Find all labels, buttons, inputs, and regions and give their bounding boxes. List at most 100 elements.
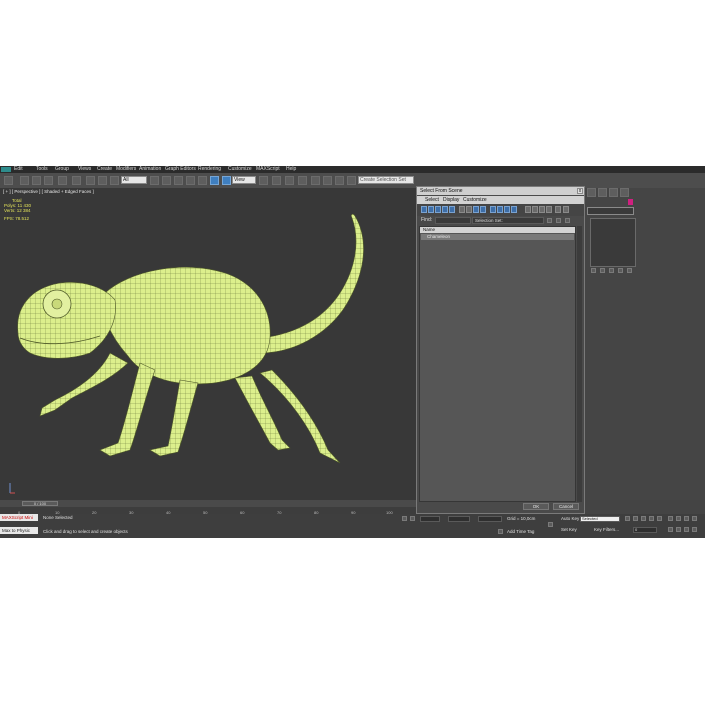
undo-icon[interactable]: [4, 176, 13, 185]
modify-tab-icon[interactable]: [598, 188, 607, 197]
display-none-icon[interactable]: [497, 206, 503, 213]
menu-customize[interactable]: Customize: [228, 166, 252, 173]
ok-button[interactable]: OK: [523, 503, 549, 510]
select-link-icon[interactable]: [32, 176, 41, 185]
previous-frame-icon[interactable]: [633, 516, 638, 521]
motion-tab-icon[interactable]: [620, 188, 629, 197]
object-color-swatch[interactable]: [628, 199, 633, 205]
zoom-extents-all-icon[interactable]: [692, 516, 697, 521]
menu-group[interactable]: Group: [55, 166, 69, 173]
rectangular-selection-icon[interactable]: [174, 176, 183, 185]
auto-key-label[interactable]: Auto Key: [561, 516, 579, 521]
edit-named-selection-icon[interactable]: [347, 176, 356, 185]
make-unique-icon[interactable]: [609, 268, 614, 273]
zoom-all-icon[interactable]: [676, 516, 681, 521]
modifier-list-dropdown[interactable]: [587, 207, 634, 215]
menu-modifiers[interactable]: Modifiers: [116, 166, 136, 173]
field-of-view-icon[interactable]: [668, 527, 673, 532]
selection-region-icon[interactable]: [110, 176, 119, 185]
filter-helpers-icon[interactable]: [449, 206, 455, 213]
window-crossing-icon[interactable]: [186, 176, 195, 185]
rotate-icon[interactable]: [210, 176, 219, 185]
time-slider[interactable]: 0 / 100: [22, 501, 58, 506]
scale-icon[interactable]: [222, 176, 231, 185]
orbit-icon[interactable]: [684, 527, 689, 532]
dialog-close-button[interactable]: x: [577, 188, 583, 194]
menu-graph-editors[interactable]: Graph Editors: [165, 166, 196, 173]
dialog-title[interactable]: Select From Scene: [417, 187, 584, 195]
tree-view-icon[interactable]: [563, 206, 569, 213]
absolute-mode-icon[interactable]: [410, 516, 415, 521]
filter-funnel-icon[interactable]: [555, 206, 561, 213]
spinner-snap-icon[interactable]: [335, 176, 344, 185]
bind-space-warp-icon[interactable]: [58, 176, 67, 185]
unlink-icon[interactable]: [44, 176, 53, 185]
list-item[interactable]: Chameleon: [421, 234, 574, 240]
track-bar[interactable]: 0 10 20 30 40 50 60 70 80 90 100: [0, 507, 416, 515]
current-frame-field[interactable]: 0: [633, 527, 657, 533]
filter-cameras-icon[interactable]: [442, 206, 448, 213]
menu-views[interactable]: Views: [78, 166, 91, 173]
cancel-button[interactable]: Cancel: [553, 503, 579, 510]
menu-edit[interactable]: Edit: [14, 166, 23, 173]
app-logo-icon[interactable]: [1, 167, 11, 172]
pivot-center-icon[interactable]: [259, 176, 268, 185]
menu-create[interactable]: Create: [97, 166, 112, 173]
list-scrollbar[interactable]: [577, 226, 582, 502]
selection-set-add-icon[interactable]: [547, 218, 552, 223]
select-manipulate-icon[interactable]: [272, 176, 281, 185]
selection-set-dropdown[interactable]: Selection Set:: [472, 217, 544, 224]
maxscript-listener-field[interactable]: MAXScript Mini: [0, 514, 38, 521]
named-selection-sets-dropdown[interactable]: Create Selection Set: [358, 176, 414, 184]
filter-spacewarps-icon[interactable]: [459, 206, 465, 213]
column-header-name[interactable]: Name: [420, 227, 575, 233]
dialog-menu-customize[interactable]: Customize: [463, 196, 487, 204]
selection-set-options-icon[interactable]: [565, 218, 570, 223]
set-key-label[interactable]: Set Key: [561, 527, 577, 532]
display-invert-icon[interactable]: [504, 206, 510, 213]
find-input[interactable]: [435, 217, 471, 224]
go-to-end-icon[interactable]: [657, 516, 662, 521]
angle-snap-icon[interactable]: [311, 176, 320, 185]
display-all-icon[interactable]: [490, 206, 496, 213]
pin-stack-icon[interactable]: [591, 268, 596, 273]
keyboard-shortcut-icon[interactable]: [285, 176, 294, 185]
maxscript-command-field[interactable]: Max to Physic: [0, 527, 38, 534]
lock-selection-icon[interactable]: [402, 516, 407, 521]
select-object-icon[interactable]: [86, 176, 95, 185]
select-invert-icon[interactable]: [539, 206, 545, 213]
show-end-result-icon[interactable]: [600, 268, 605, 273]
play-icon[interactable]: [641, 516, 646, 521]
key-filters-button[interactable]: Key Filters...: [594, 527, 619, 532]
create-tab-icon[interactable]: [587, 188, 596, 197]
menu-animation[interactable]: Animation: [139, 166, 161, 173]
selection-filter-dropdown[interactable]: All: [121, 176, 147, 184]
filter-groups-icon[interactable]: [466, 206, 472, 213]
filter-xrefs-icon[interactable]: [473, 206, 479, 213]
scene-object-list[interactable]: Name Chameleon: [419, 226, 576, 502]
zoom-icon[interactable]: [668, 516, 673, 521]
configure-modifier-sets-icon[interactable]: [627, 268, 632, 273]
menu-maxscript[interactable]: MAXScript: [256, 166, 280, 173]
time-tag-icon[interactable]: [498, 529, 503, 534]
zoom-extents-icon[interactable]: [684, 516, 689, 521]
select-by-name-icon[interactable]: [98, 176, 107, 185]
key-mode-icon[interactable]: [548, 522, 553, 527]
sync-selection-icon[interactable]: [511, 206, 517, 213]
filter-bones-icon[interactable]: [480, 206, 486, 213]
dialog-menu-select[interactable]: Select: [425, 196, 439, 204]
move-icon[interactable]: [198, 176, 207, 185]
bind-icon[interactable]: [72, 176, 81, 185]
select-by-name-icon-2[interactable]: [162, 176, 171, 185]
selection-set-remove-icon[interactable]: [556, 218, 561, 223]
menu-tools[interactable]: Tools: [36, 166, 48, 173]
menu-rendering[interactable]: Rendering: [198, 166, 221, 173]
select-dependents-icon[interactable]: [546, 206, 552, 213]
redo-icon[interactable]: [20, 176, 29, 185]
chameleon-model[interactable]: [0, 188, 416, 500]
filter-geometry-icon[interactable]: [421, 206, 427, 213]
y-coordinate-field[interactable]: [448, 516, 470, 522]
filter-lights-icon[interactable]: [435, 206, 441, 213]
selected-dropdown[interactable]: Selected: [580, 516, 620, 522]
filter-shapes-icon[interactable]: [428, 206, 434, 213]
